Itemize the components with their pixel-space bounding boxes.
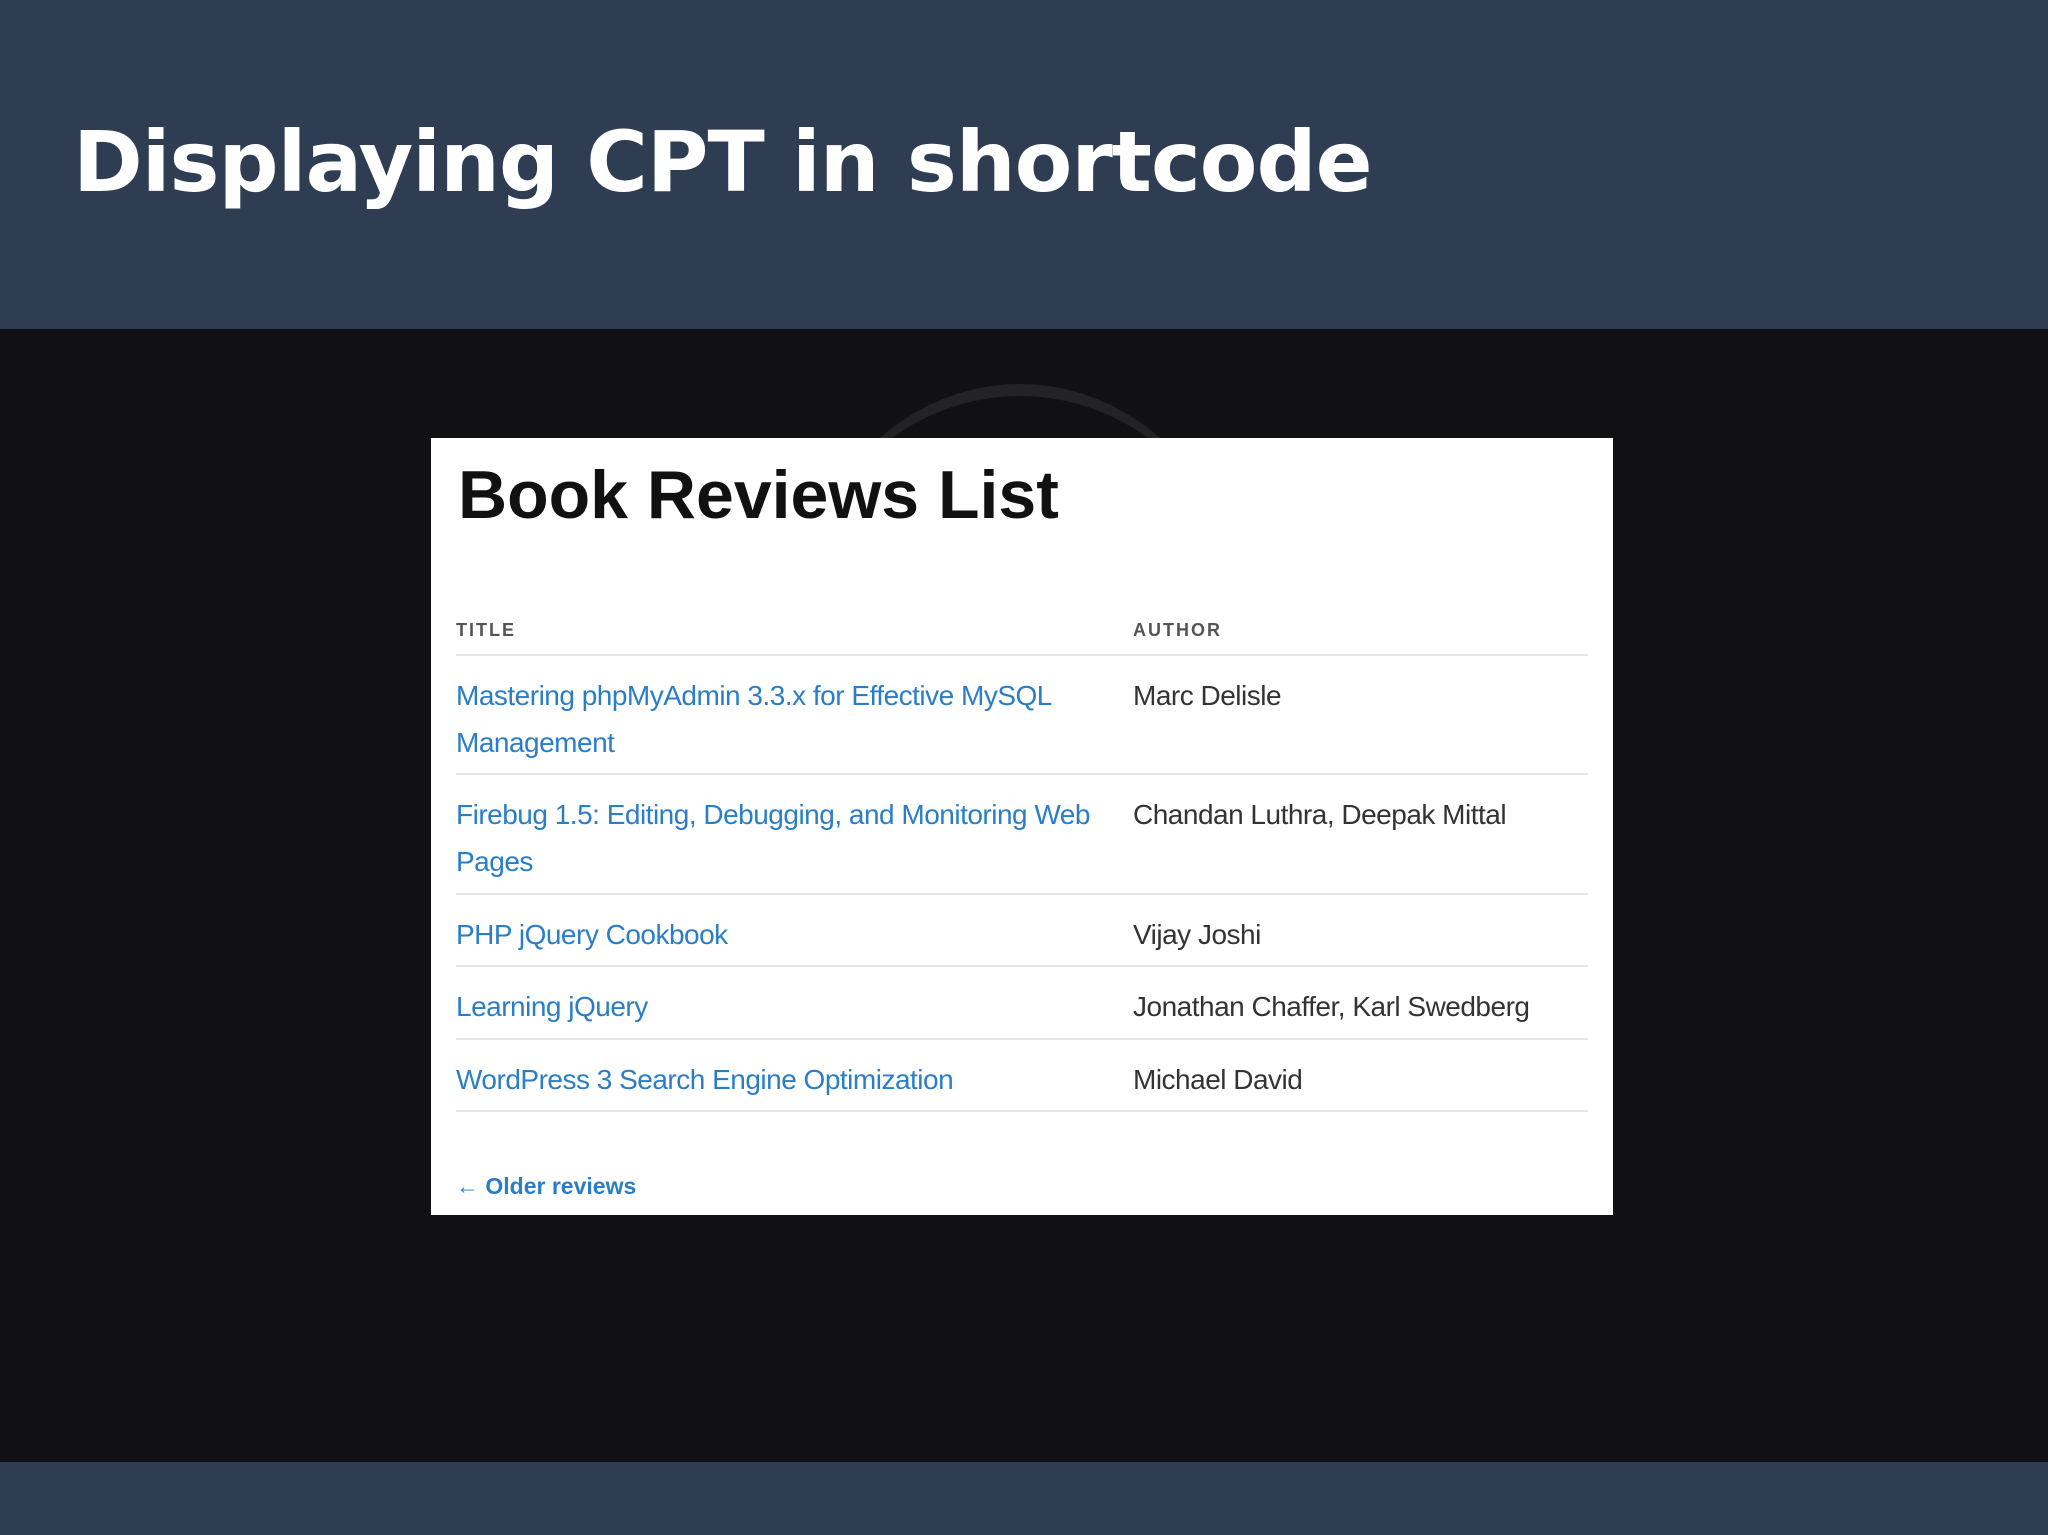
book-author: Vijay Joshi bbox=[1133, 919, 1261, 950]
table-row: Firebug 1.5: Editing, Debugging, and Mon… bbox=[456, 775, 1588, 895]
book-title-link[interactable]: Learning jQuery bbox=[456, 983, 1126, 1030]
table-row: Mastering phpMyAdmin 3.3.x for Effective… bbox=[456, 656, 1588, 775]
book-reviews-screenshot: Book Reviews List TITLE AUTHOR Mastering… bbox=[431, 438, 1613, 1215]
older-reviews-link[interactable]: ← Older reviews bbox=[456, 1171, 636, 1201]
table-row: PHP jQuery Cookbook Vijay Joshi bbox=[456, 895, 1588, 967]
table-row: WordPress 3 Search Engine Optimization M… bbox=[456, 1040, 1588, 1112]
book-title-link[interactable]: WordPress 3 Search Engine Optimization bbox=[456, 1056, 1126, 1103]
book-title-link[interactable]: PHP jQuery Cookbook bbox=[456, 911, 1126, 958]
book-author: Chandan Luthra, Deepak Mittal bbox=[1133, 799, 1507, 830]
slide: Displaying CPT in shortcode Book Reviews… bbox=[0, 0, 2048, 1535]
book-title-link[interactable]: Firebug 1.5: Editing, Debugging, and Mon… bbox=[456, 791, 1126, 885]
book-author: Jonathan Chaffer, Karl Swedberg bbox=[1133, 991, 1530, 1022]
book-reviews-table: TITLE AUTHOR Mastering phpMyAdmin 3.3.x … bbox=[456, 614, 1588, 1112]
table-header: TITLE AUTHOR bbox=[456, 614, 1588, 656]
column-header-author: AUTHOR bbox=[1133, 620, 1222, 640]
book-author: Michael David bbox=[1133, 1064, 1303, 1095]
book-title-link[interactable]: Mastering phpMyAdmin 3.3.x for Effective… bbox=[456, 672, 1126, 766]
book-author: Marc Delisle bbox=[1133, 680, 1282, 711]
table-row: Learning jQuery Jonathan Chaffer, Karl S… bbox=[456, 967, 1588, 1040]
book-reviews-heading: Book Reviews List bbox=[458, 457, 1059, 533]
footer-bar bbox=[0, 1462, 2048, 1535]
slide-title: Displaying CPT in shortcode bbox=[73, 113, 1373, 211]
column-header-title: TITLE bbox=[456, 620, 516, 640]
header-bar: Displaying CPT in shortcode bbox=[0, 0, 2048, 329]
